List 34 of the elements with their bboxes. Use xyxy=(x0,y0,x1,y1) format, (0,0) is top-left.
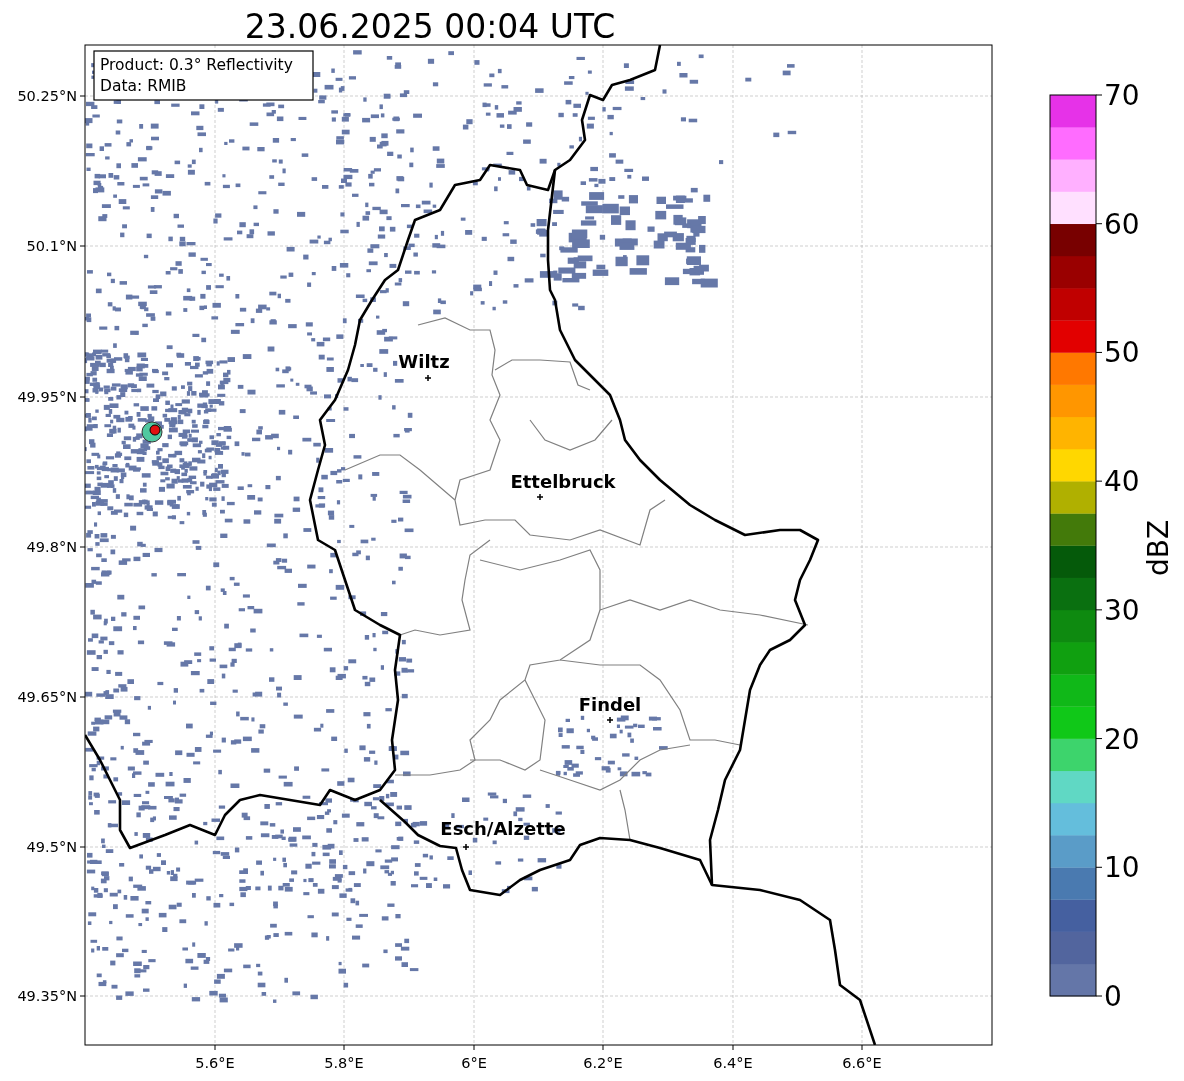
latitude-label: 50.25°N xyxy=(17,88,77,104)
latitude-label: 50.1°N xyxy=(26,238,77,254)
latitude-label: 49.65°N xyxy=(17,689,77,705)
longitude-label: 6°E xyxy=(461,1055,487,1071)
city-label: Wiltz xyxy=(398,351,450,372)
colorbar-tick-label: 10 xyxy=(1104,851,1140,885)
latitude-label: 49.5°N xyxy=(26,839,77,855)
colorbar-tick-label: 70 xyxy=(1104,79,1140,112)
colorbar-tick-label: 0 xyxy=(1104,980,1122,1013)
info-text: Product: 0.3° Reflectivity xyxy=(100,56,293,74)
city-label: Findel xyxy=(578,694,642,715)
chart-title: 23.06.2025 00:04 UTC xyxy=(244,7,616,46)
city-marker-icon xyxy=(424,374,432,382)
colorbar-tick-label: 30 xyxy=(1104,593,1140,627)
city-marker-icon xyxy=(462,843,470,851)
latitude-label: 49.95°N xyxy=(17,389,77,405)
colorbar-label: dBZ xyxy=(1142,519,1175,577)
latitude-label: 49.8°N xyxy=(26,539,77,555)
city-label: Ettelbruck xyxy=(510,471,616,492)
latitude-label: 49.35°N xyxy=(17,988,77,1004)
longitude-label: 6.4°E xyxy=(713,1055,753,1071)
city-label: Esch/Alzette xyxy=(440,818,566,839)
city-marker-icon xyxy=(606,716,614,724)
colorbar-tick-label: 40 xyxy=(1104,465,1140,499)
colorbar-tick-label: 20 xyxy=(1104,722,1140,756)
city-marker-icon xyxy=(536,493,544,501)
longitude-label: 5.6°E xyxy=(195,1055,235,1071)
longitude-label: 6.2°E xyxy=(583,1055,623,1071)
radar-location-dot xyxy=(149,424,161,436)
colorbar-tick-label: 60 xyxy=(1104,207,1140,241)
info-text: Data: RMIB xyxy=(100,77,187,95)
longitude-label: 5.8°E xyxy=(324,1055,364,1071)
longitude-label: 6.6°E xyxy=(842,1055,882,1071)
colorbar-tick-label: 50 xyxy=(1104,336,1140,370)
